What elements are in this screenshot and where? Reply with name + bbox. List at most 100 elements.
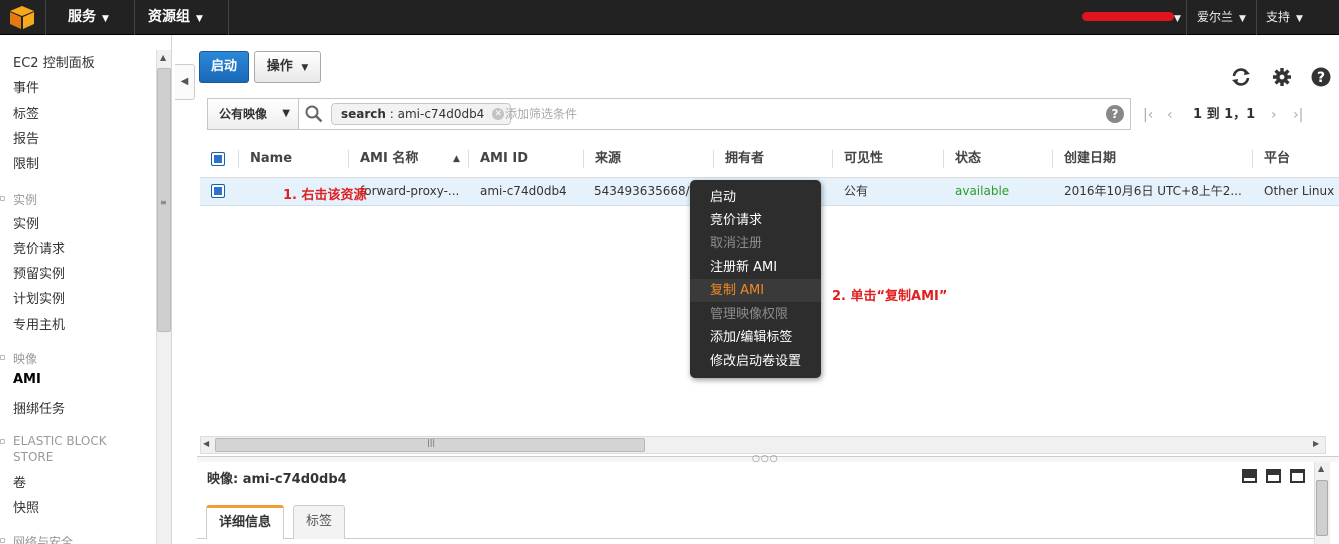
section-collapse-icon[interactable] (0, 355, 5, 360)
divider (943, 150, 944, 168)
divider (583, 150, 584, 168)
refresh-icon[interactable] (1230, 66, 1252, 88)
help-icon[interactable]: ? (1310, 66, 1332, 88)
chevron-down-icon: ▼ (196, 14, 203, 24)
column-header-visibility[interactable]: 可见性 (844, 140, 883, 178)
column-header-ami-id[interactable]: AMI ID (480, 140, 528, 178)
actions-button[interactable]: 操作 ▼ (254, 51, 321, 83)
launch-button[interactable]: 启动 (199, 51, 249, 83)
region-menu[interactable]: 爱尔兰 ▼ (1197, 0, 1246, 35)
sidebar-section-images[interactable]: 映像 (13, 350, 37, 367)
sidebar-item-reports[interactable]: 报告 (13, 128, 39, 147)
column-header-owner[interactable]: 拥有者 (725, 140, 764, 178)
next-page-icon[interactable]: › (1271, 105, 1277, 125)
context-menu: 启动 竞价请求 取消注册 注册新 AMI 复制 AMI 管理映像权限 添加/编辑… (690, 180, 821, 378)
sidebar-item-ec2-dashboard[interactable]: EC2 控制面板 (13, 52, 95, 71)
table-header: Name AMI 名称 ▲ AMI ID 来源 拥有者 可见性 状态 创建日期 … (200, 140, 1339, 178)
prev-page-icon[interactable]: ‹ (1167, 105, 1173, 125)
cell-platform: Other Linux (1264, 184, 1335, 198)
sidebar-item-tags[interactable]: 标签 (13, 103, 39, 122)
tab-details[interactable]: 详细信息 (206, 505, 285, 539)
section-collapse-icon[interactable] (0, 196, 5, 201)
filter-token-value: ami-c74d0db4 (397, 107, 485, 121)
tab-tags[interactable]: 标签 (293, 505, 346, 539)
chevron-down-icon: ▼ (1296, 14, 1303, 24)
splitter-grip-icon[interactable]: ○○○ (752, 454, 779, 464)
annotation-step-1: 1. 右击该资源 (283, 188, 367, 203)
sidebar-item-snapshots[interactable]: 快照 (13, 497, 39, 516)
sidebar-item-spot-requests[interactable]: 竞价请求 (13, 238, 65, 257)
minimize-pane-icon[interactable] (1290, 469, 1305, 483)
sidebar-section-network-security[interactable]: 网络与安全 (13, 533, 73, 544)
sidebar-item-dedicated-hosts[interactable]: 专用主机 (13, 314, 65, 333)
column-header-platform[interactable]: 平台 (1264, 140, 1290, 178)
region-label: 爱尔兰 (1197, 10, 1234, 24)
grip-icon: ||| (427, 438, 436, 447)
sidebar-item-instances[interactable]: 实例 (13, 213, 39, 232)
sidebar-item-events[interactable]: 事件 (13, 77, 39, 96)
chevron-left-icon: ◀ (180, 76, 189, 87)
last-page-icon[interactable]: ›| (1293, 105, 1303, 125)
redacted-account-name (1082, 12, 1174, 21)
sidebar-item-ami[interactable]: AMI (13, 372, 41, 387)
scroll-up-arrow-icon[interactable]: ▲ (1318, 464, 1324, 473)
column-header-name[interactable]: Name (250, 140, 292, 178)
detail-scrollbar-thumb[interactable] (1316, 480, 1328, 536)
filter-token[interactable]: search : ami-c74d0db4 ✕ (331, 103, 512, 125)
add-filter-input[interactable] (505, 105, 1085, 123)
chevron-down-icon: ▼ (102, 14, 109, 24)
menu-item-modify-boot-volume[interactable]: 修改启动卷设置 (690, 350, 821, 373)
cell-visibility: 公有 (844, 184, 869, 198)
menu-item-add-edit-tags[interactable]: 添加/编辑标签 (690, 326, 821, 349)
divider (134, 0, 135, 35)
resource-groups-menu[interactable]: 资源组 ▼ (148, 0, 203, 35)
divider (348, 150, 349, 168)
select-all-checkbox[interactable] (211, 152, 225, 166)
scroll-left-arrow-icon[interactable]: ◀ (203, 439, 209, 448)
menu-item-launch[interactable]: 启动 (690, 186, 821, 209)
first-page-icon[interactable]: |‹ (1143, 105, 1153, 125)
image-type-select[interactable]: 公有映像 ▼ (208, 99, 299, 129)
aws-cube-logo-icon[interactable] (8, 5, 36, 30)
menu-item-spot-request[interactable]: 竞价请求 (690, 209, 821, 232)
top-nav-bar: 服务 ▼ 资源组 ▼ ▼ 爱尔兰 ▼ 支持 ▼ (0, 0, 1339, 35)
actions-label: 操作 (266, 59, 293, 74)
sidebar-section-instances[interactable]: 实例 (13, 191, 37, 208)
scroll-up-arrow-icon[interactable]: ▲ (160, 53, 166, 62)
chevron-down-icon: ▼ (1174, 14, 1181, 24)
split-pane-icon[interactable] (1266, 469, 1281, 483)
column-header-ami-name[interactable]: AMI 名称 (360, 140, 418, 178)
sort-ascending-icon[interactable]: ▲ (453, 140, 460, 178)
sidebar-section-ebs[interactable]: ELASTIC BLOCK (13, 434, 107, 448)
grip-icon: ≡ (160, 198, 167, 207)
sidebar-item-limits[interactable]: 限制 (13, 153, 39, 172)
section-collapse-icon[interactable] (0, 538, 5, 543)
divider (832, 150, 833, 168)
row-checkbox[interactable] (211, 184, 225, 198)
pagination-text: 1 到 1，1 (1193, 107, 1256, 122)
menu-item-copy-ami[interactable]: 复制 AMI (690, 279, 821, 302)
gear-icon[interactable] (1271, 66, 1293, 88)
menu-item-register-new-ami[interactable]: 注册新 AMI (690, 256, 821, 279)
column-header-status[interactable]: 状态 (955, 140, 981, 178)
divider (45, 0, 46, 35)
collapse-sidebar-button[interactable]: ◀ (175, 64, 195, 100)
column-header-creation-date[interactable]: 创建日期 (1064, 140, 1116, 178)
support-menu[interactable]: 支持 ▼ (1266, 0, 1303, 35)
scroll-right-arrow-icon[interactable]: ▶ (1313, 439, 1319, 448)
remove-filter-icon[interactable]: ✕ (492, 108, 505, 120)
services-menu[interactable]: 服务 ▼ (68, 0, 109, 35)
cell-ami-name: forward-proxy-... (360, 184, 460, 198)
sidebar-item-reserved-instances[interactable]: 预留实例 (13, 263, 65, 282)
cell-source: 543493635668/f... (594, 184, 690, 198)
section-collapse-icon[interactable] (0, 439, 5, 444)
maximize-pane-icon[interactable] (1242, 469, 1257, 483)
sidebar-item-volumes[interactable]: 卷 (13, 472, 26, 491)
column-header-source[interactable]: 来源 (595, 140, 621, 178)
sidebar-item-bundle-tasks[interactable]: 捆绑任务 (13, 398, 65, 417)
search-icon (305, 105, 323, 123)
sidebar-item-scheduled-instances[interactable]: 计划实例 (13, 288, 65, 307)
cell-ami-id: ami-c74d0db4 (480, 184, 567, 198)
filter-help-icon[interactable]: ? (1106, 105, 1124, 123)
account-menu-caret[interactable]: ▼ (1168, 0, 1181, 35)
